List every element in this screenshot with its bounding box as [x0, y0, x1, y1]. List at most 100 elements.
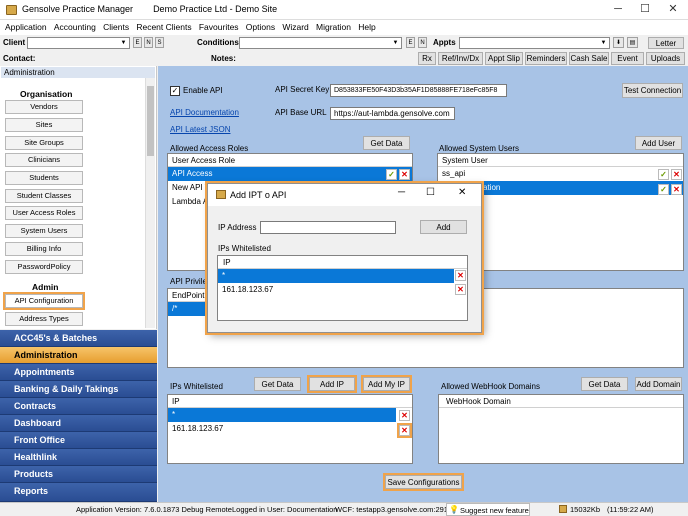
- cash-sale-button[interactable]: Cash Sale: [569, 52, 609, 65]
- checkmark-icon[interactable]: ✓: [658, 184, 669, 195]
- api-documentation-link[interactable]: API Documentation: [170, 108, 239, 117]
- add-user-button[interactable]: Add User: [635, 136, 682, 150]
- title-bar: Gensolve Practice Manager Demo Practice L…: [0, 0, 688, 20]
- sidebar-item-system-users[interactable]: System Users: [5, 224, 83, 238]
- appts-combo[interactable]: ▼: [459, 37, 610, 49]
- checkmark-icon[interactable]: ✓: [386, 169, 397, 180]
- dialog-add-button[interactable]: Add: [420, 220, 467, 234]
- dialog-close-button[interactable]: ✕: [458, 187, 466, 198]
- menu-options[interactable]: Options: [246, 20, 275, 35]
- client-e-button[interactable]: E: [133, 37, 142, 48]
- access-roles-title: Allowed Access Roles: [170, 144, 249, 153]
- sidebar-item-vendors[interactable]: Vendors: [5, 100, 83, 114]
- nav-healthlink[interactable]: Healthlink: [0, 449, 157, 466]
- table-row[interactable]: 161.18.123.67: [168, 422, 396, 436]
- ip-address-input[interactable]: [260, 221, 396, 234]
- add-ip-button[interactable]: Add IP: [309, 377, 355, 391]
- conditions-e-button[interactable]: E: [406, 37, 415, 48]
- memory-icon: [559, 505, 567, 513]
- enable-api-checkbox[interactable]: ✓: [170, 86, 180, 96]
- privileges-title: API Privileg: [170, 277, 212, 286]
- delete-x-icon[interactable]: ✕: [399, 410, 410, 421]
- save-configurations-button[interactable]: Save Configurations: [385, 475, 462, 489]
- table-row[interactable]: /*: [168, 302, 208, 316]
- add-ip-dialog: Add IPT o API ─ ☐ ✕ IP Address Add IPs W…: [207, 183, 482, 333]
- menu-recent-clients[interactable]: Recent Clients: [136, 20, 191, 35]
- checkmark-icon[interactable]: ✓: [658, 169, 669, 180]
- sidebar-item-user-access-roles[interactable]: User Access Roles: [5, 206, 83, 220]
- nav-front-office[interactable]: Front Office: [0, 432, 157, 449]
- secret-key-field[interactable]: D853833FE50F43D3b35AF1D85888FE718eFc85F8: [330, 84, 507, 97]
- menu-application[interactable]: Application: [5, 20, 47, 35]
- client-s-button[interactable]: S: [155, 37, 164, 48]
- print-icon[interactable]: ▤: [627, 37, 638, 48]
- menu-clients[interactable]: Clients: [103, 20, 129, 35]
- sidebar-item-password-policy[interactable]: PasswordPolicy: [5, 260, 83, 274]
- appt-slip-button[interactable]: Appt Slip: [485, 52, 523, 65]
- privileges-column-header: EndPoint: [168, 289, 208, 302]
- client-n-button[interactable]: N: [144, 37, 153, 48]
- nav-products[interactable]: Products: [0, 466, 157, 483]
- download-icon[interactable]: ⬇: [613, 37, 624, 48]
- nav-administration[interactable]: Administration: [0, 347, 157, 364]
- sidebar-item-api-configuration[interactable]: API Configuration: [5, 294, 83, 308]
- conditions-n-button[interactable]: N: [418, 37, 427, 48]
- menu-accounting[interactable]: Accounting: [54, 20, 96, 35]
- minimize-button[interactable]: ─: [609, 2, 627, 16]
- menu-migration[interactable]: Migration: [316, 20, 351, 35]
- table-row[interactable]: *: [168, 408, 396, 422]
- access-roles-get-data-button[interactable]: Get Data: [363, 136, 410, 150]
- menu-wizard[interactable]: Wizard: [282, 20, 308, 35]
- reminders-button[interactable]: Reminders: [525, 52, 567, 65]
- add-my-ip-button[interactable]: Add My IP: [363, 377, 410, 391]
- scrollbar-thumb[interactable]: [147, 86, 154, 156]
- api-latest-json-link[interactable]: API Latest JSON: [170, 125, 230, 134]
- dialog-maximize-button[interactable]: ☐: [426, 187, 435, 198]
- ips-get-data-button[interactable]: Get Data: [254, 377, 301, 391]
- delete-x-icon[interactable]: ✕: [671, 169, 682, 180]
- dialog-minimize-button[interactable]: ─: [398, 187, 405, 198]
- table-row[interactable]: *: [218, 269, 454, 283]
- webhook-get-data-button[interactable]: Get Data: [581, 377, 628, 391]
- event-button[interactable]: Event: [611, 52, 644, 65]
- uploads-button[interactable]: Uploads: [646, 52, 685, 65]
- add-domain-button[interactable]: Add Domain: [635, 377, 682, 391]
- rx-button[interactable]: Rx: [418, 52, 436, 65]
- delete-x-icon[interactable]: ✕: [455, 270, 466, 281]
- nav-dashboard[interactable]: Dashboard: [0, 415, 157, 432]
- letter-button[interactable]: Letter: [648, 37, 684, 49]
- nav-banking-daily-takings[interactable]: Banking & Daily Takings: [0, 381, 157, 398]
- sidebar-scrollbar[interactable]: [145, 78, 155, 328]
- nav-acc45-batches[interactable]: ACC45's & Batches: [0, 330, 157, 347]
- delete-x-icon[interactable]: ✕: [671, 184, 682, 195]
- nav-appointments[interactable]: Appointments: [0, 364, 157, 381]
- sidebar-item-clinicians[interactable]: Clinicians: [5, 153, 83, 167]
- ref-inv-dx-button[interactable]: Ref/Inv/Dx: [438, 52, 483, 65]
- test-connection-button[interactable]: Test Connection: [622, 83, 683, 98]
- appts-label: Appts: [433, 38, 456, 47]
- sidebar-header: Administration: [1, 67, 155, 78]
- suggest-feature-button[interactable]: 💡 Suggest new feature: [446, 503, 530, 516]
- delete-x-icon[interactable]: ✕: [455, 284, 466, 295]
- nav-contracts[interactable]: Contracts: [0, 398, 157, 415]
- table-row[interactable]: API Access: [168, 167, 412, 181]
- delete-x-icon[interactable]: ✕: [399, 425, 410, 436]
- client-combo[interactable]: ▼: [27, 37, 130, 49]
- sidebar-item-sites[interactable]: Sites: [5, 118, 83, 132]
- maximize-button[interactable]: ☐: [636, 2, 654, 16]
- sidebar-item-student-classes[interactable]: Student Classes: [5, 189, 83, 203]
- conditions-combo[interactable]: ▼: [239, 37, 402, 49]
- sidebar-item-billing-info[interactable]: Billing Info: [5, 242, 83, 256]
- table-row[interactable]: ss_api: [438, 167, 683, 181]
- sidebar-item-address-types[interactable]: Address Types: [5, 312, 83, 326]
- sidebar-item-site-groups[interactable]: Site Groups: [5, 136, 83, 150]
- close-button[interactable]: ✕: [664, 2, 682, 16]
- nav-reports[interactable]: Reports: [0, 483, 157, 502]
- menu-favourites[interactable]: Favourites: [199, 20, 239, 35]
- table-row[interactable]: 161.18.123.67: [218, 283, 454, 297]
- sidebar-item-students[interactable]: Students: [5, 171, 83, 185]
- chevron-down-icon: ▼: [392, 40, 399, 46]
- menu-help[interactable]: Help: [358, 20, 375, 35]
- delete-x-icon[interactable]: ✕: [399, 169, 410, 180]
- base-url-field[interactable]: https://aut-lambda.gensolve.com: [330, 107, 455, 120]
